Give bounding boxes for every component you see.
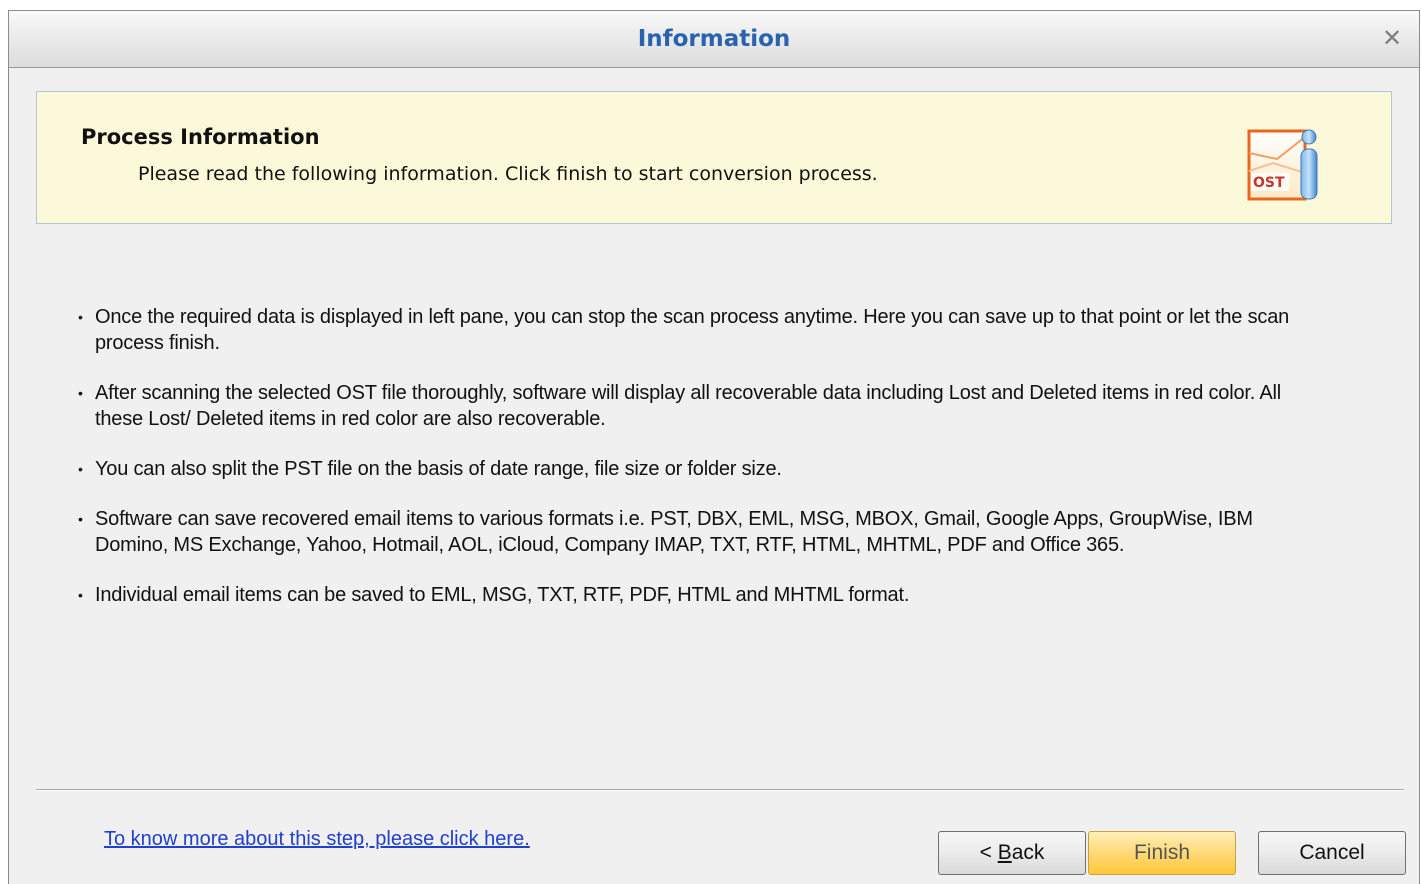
info-item-1: Once the required data is displayed in l… [75, 304, 1325, 356]
back-label-prefix: < [979, 841, 998, 864]
info-item-3: You can also split the PST file on the b… [75, 456, 1325, 482]
back-label-suffix: ack [1011, 841, 1045, 864]
help-link[interactable]: To know more about this step, please cli… [104, 828, 530, 851]
title-bar[interactable]: Information ✕ [9, 11, 1419, 68]
footer-separator [36, 789, 1404, 791]
back-button[interactable]: < Back [938, 831, 1086, 875]
information-list: Once the required data is displayed in l… [75, 304, 1325, 632]
cancel-button[interactable]: Cancel [1258, 831, 1406, 875]
close-icon[interactable]: ✕ [1379, 25, 1405, 51]
process-info-banner: Process Information Please read the foll… [36, 91, 1392, 224]
ost-info-icon: OST [1247, 129, 1318, 201]
info-item-4: Software can save recovered email items … [75, 506, 1325, 558]
info-item-5: Individual email items can be saved to E… [75, 582, 1325, 608]
information-dialog: Information ✕ Process Information Please… [8, 10, 1420, 884]
ost-icon-text: OST [1253, 175, 1285, 191]
banner-heading: Process Information [81, 125, 320, 149]
finish-button[interactable]: Finish [1088, 831, 1236, 875]
info-item-2: After scanning the selected OST file tho… [75, 380, 1325, 432]
banner-subtitle: Please read the following information. C… [138, 163, 878, 185]
back-label-mnemonic: B [997, 841, 1012, 864]
window-title: Information [637, 26, 791, 52]
